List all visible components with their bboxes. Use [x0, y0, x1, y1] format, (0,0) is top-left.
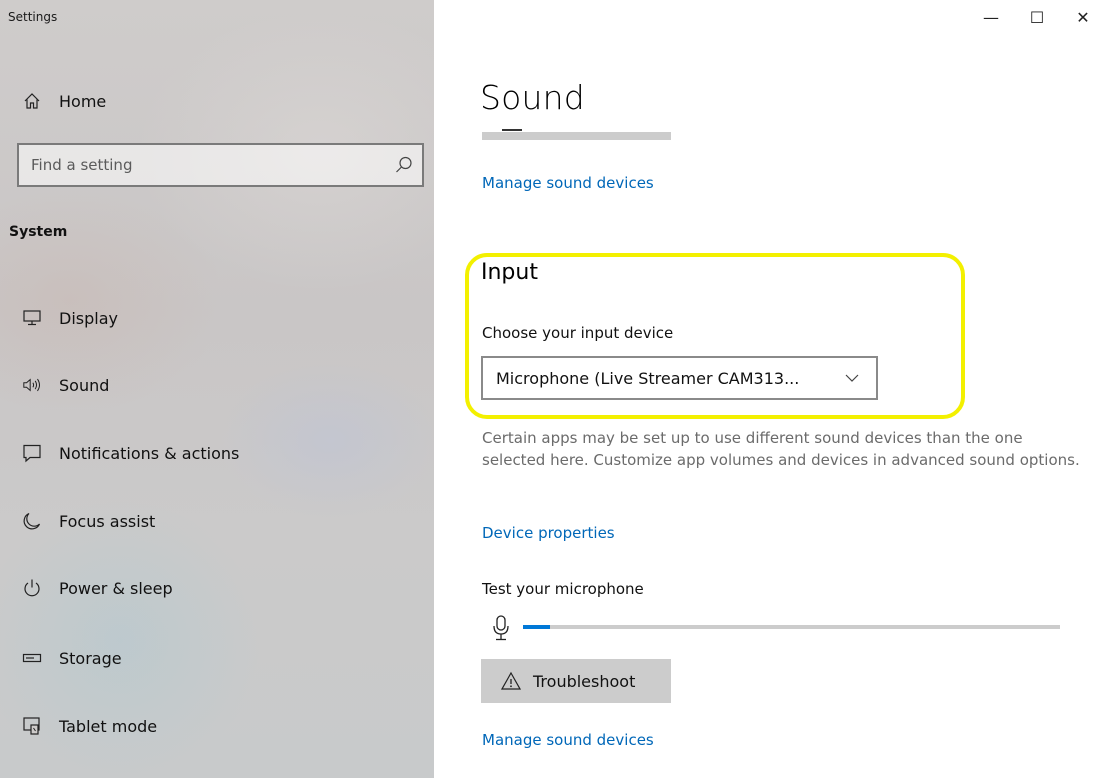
section-label-system: System	[9, 224, 68, 240]
troubleshoot-button[interactable]: Troubleshoot	[481, 659, 671, 703]
sidebar-item-label: Power & sleep	[59, 578, 173, 598]
sidebar: Settings Home System Display Sound Notif…	[0, 0, 434, 778]
nav-home-label: Home	[59, 91, 107, 111]
sidebar-item-notifications[interactable]: Notifications & actions	[0, 431, 434, 475]
manage-sound-devices-link-top[interactable]: Manage sound devices	[482, 174, 654, 192]
app-title: Settings	[8, 10, 58, 24]
microphone-level-fill	[523, 625, 550, 629]
storage-icon	[22, 648, 42, 668]
test-microphone-label: Test your microphone	[482, 580, 644, 598]
sidebar-item-label: Storage	[59, 648, 122, 668]
input-device-label: Choose your input device	[482, 324, 674, 342]
microphone-level-meter	[523, 625, 1060, 629]
minimize-button[interactable]: —	[968, 0, 1014, 34]
chevron-down-icon	[844, 370, 860, 386]
maximize-button[interactable]: ☐	[1014, 0, 1060, 34]
sidebar-item-tablet-mode[interactable]: Tablet mode	[0, 704, 434, 748]
search-icon[interactable]	[394, 155, 414, 175]
nav-home[interactable]: Home	[0, 79, 434, 123]
partial-volume-slider-thumb	[502, 129, 522, 131]
power-icon	[22, 578, 42, 598]
page-title: Sound	[480, 78, 585, 117]
sidebar-item-display[interactable]: Display	[0, 296, 434, 340]
window-controls: — ☐ ✕	[968, 0, 1106, 34]
input-device-dropdown[interactable]: Microphone (Live Streamer CAM313...	[481, 356, 878, 400]
home-icon	[22, 91, 42, 111]
sidebar-item-label: Focus assist	[59, 511, 156, 531]
sidebar-item-label: Tablet mode	[59, 716, 158, 736]
sidebar-item-storage[interactable]: Storage	[0, 636, 434, 680]
input-section-heading: Input	[481, 260, 538, 285]
close-button[interactable]: ✕	[1060, 0, 1106, 34]
device-properties-link[interactable]: Device properties	[482, 524, 615, 542]
speaker-icon	[22, 375, 42, 395]
partial-volume-slider	[482, 132, 671, 140]
sidebar-item-label: Notifications & actions	[59, 443, 240, 463]
microphone-icon	[491, 614, 511, 642]
moon-icon	[22, 511, 42, 531]
input-device-value: Microphone (Live Streamer CAM313...	[496, 368, 800, 388]
warning-icon	[500, 671, 522, 691]
notification-icon	[22, 443, 42, 463]
manage-sound-devices-link-bottom[interactable]: Manage sound devices	[482, 731, 654, 749]
search-input[interactable]	[31, 145, 371, 185]
search-box[interactable]	[17, 143, 424, 187]
sidebar-item-label: Sound	[59, 375, 110, 395]
troubleshoot-label: Troubleshoot	[533, 671, 636, 691]
display-icon	[22, 308, 42, 328]
input-help-text: Certain apps may be set up to use differ…	[482, 429, 1080, 469]
sidebar-item-power-sleep[interactable]: Power & sleep	[0, 566, 434, 610]
sidebar-item-sound[interactable]: Sound	[0, 363, 434, 407]
sidebar-item-focus-assist[interactable]: Focus assist	[0, 499, 434, 543]
sidebar-item-label: Display	[59, 308, 118, 328]
tablet-mode-icon	[22, 716, 42, 736]
